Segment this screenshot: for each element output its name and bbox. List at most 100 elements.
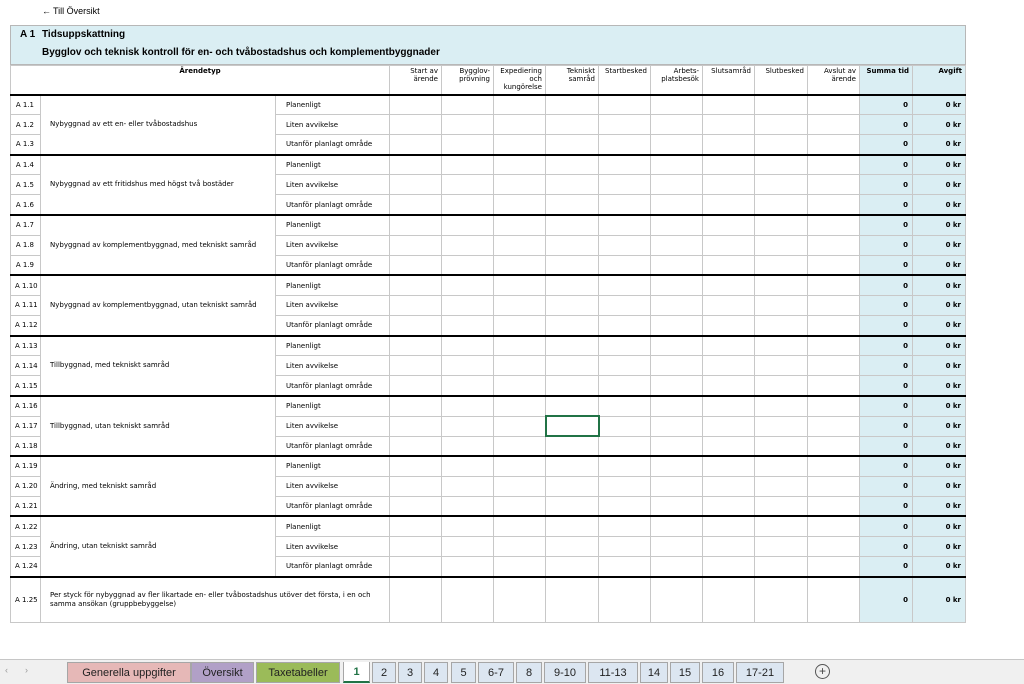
sum-cell[interactable]: 0: [859, 536, 913, 558]
input-cell[interactable]: [493, 153, 546, 176]
fee-cell[interactable]: 0 kr: [912, 214, 966, 236]
input-cell[interactable]: [754, 435, 808, 457]
input-cell[interactable]: [441, 174, 494, 196]
input-cell[interactable]: [389, 495, 442, 517]
sheet-tab[interactable]: 8: [516, 662, 542, 683]
fee-cell[interactable]: 0 kr: [912, 495, 966, 517]
input-cell[interactable]: [441, 375, 494, 397]
input-cell[interactable]: [389, 134, 442, 156]
input-cell[interactable]: [441, 153, 494, 176]
input-cell[interactable]: [493, 556, 546, 578]
input-cell[interactable]: [545, 214, 599, 236]
input-cell[interactable]: [754, 575, 808, 624]
input-cell[interactable]: [754, 134, 808, 156]
sheet-tab[interactable]: 9-10: [544, 662, 586, 683]
input-cell[interactable]: [754, 556, 808, 578]
fee-cell[interactable]: 0 kr: [912, 234, 966, 256]
input-cell[interactable]: [807, 455, 860, 477]
input-cell[interactable]: [598, 334, 651, 357]
fee-cell[interactable]: 0 kr: [912, 355, 966, 377]
fee-cell[interactable]: 0 kr: [912, 334, 966, 357]
sheet-tab[interactable]: Översikt: [191, 662, 254, 683]
sum-cell[interactable]: 0: [859, 114, 913, 136]
fee-cell[interactable]: 0 kr: [912, 194, 966, 216]
input-cell[interactable]: [650, 274, 703, 296]
input-cell[interactable]: [389, 274, 442, 296]
add-sheet-icon[interactable]: +: [815, 664, 830, 679]
input-cell[interactable]: [807, 575, 860, 624]
input-cell[interactable]: [650, 455, 703, 477]
input-cell[interactable]: [807, 153, 860, 176]
sum-cell[interactable]: 0: [859, 415, 913, 437]
input-cell[interactable]: [389, 93, 442, 116]
input-cell[interactable]: [702, 234, 755, 256]
row-code[interactable]: A 1.17: [10, 415, 41, 437]
input-cell[interactable]: [493, 214, 546, 236]
input-cell[interactable]: [650, 435, 703, 457]
input-cell[interactable]: [545, 153, 599, 176]
sum-cell[interactable]: 0: [859, 194, 913, 216]
sum-cell[interactable]: 0: [859, 254, 913, 276]
input-cell[interactable]: [441, 455, 494, 477]
row-code[interactable]: A 1.12: [10, 315, 41, 337]
input-cell[interactable]: [389, 515, 442, 538]
input-cell[interactable]: [598, 194, 651, 216]
input-cell[interactable]: [493, 315, 546, 337]
row-variant[interactable]: Liten avvikelse: [275, 294, 390, 317]
input-cell[interactable]: [389, 174, 442, 196]
input-cell[interactable]: [545, 515, 599, 538]
input-cell[interactable]: [598, 214, 651, 236]
input-cell[interactable]: [754, 515, 808, 538]
input-cell[interactable]: [389, 375, 442, 397]
fee-cell[interactable]: 0 kr: [912, 134, 966, 156]
row-variant[interactable]: Liten avvikelse: [275, 536, 390, 558]
input-cell[interactable]: [650, 294, 703, 317]
input-cell[interactable]: [493, 274, 546, 296]
row-code[interactable]: A 1.10: [10, 274, 41, 296]
input-cell[interactable]: [493, 375, 546, 397]
column-header-step[interactable]: Bygglov-prövning: [441, 65, 494, 95]
input-cell[interactable]: [598, 315, 651, 337]
input-cell[interactable]: [441, 114, 494, 136]
input-cell[interactable]: [650, 415, 703, 437]
input-cell[interactable]: [807, 334, 860, 357]
fee-cell[interactable]: 0 kr: [912, 435, 966, 457]
input-cell[interactable]: [807, 415, 860, 437]
input-cell[interactable]: [441, 214, 494, 236]
fee-cell[interactable]: 0 kr: [912, 515, 966, 538]
input-cell[interactable]: [441, 234, 494, 256]
input-cell[interactable]: [545, 475, 599, 497]
fee-cell[interactable]: 0 kr: [912, 254, 966, 276]
input-cell[interactable]: [389, 575, 442, 624]
fee-cell[interactable]: 0 kr: [912, 114, 966, 136]
sum-cell[interactable]: 0: [859, 93, 913, 116]
input-cell[interactable]: [754, 455, 808, 477]
input-cell[interactable]: [441, 575, 494, 624]
input-cell[interactable]: [441, 415, 494, 437]
input-cell[interactable]: [441, 274, 494, 296]
row-code[interactable]: A 1.18: [10, 435, 41, 457]
input-cell[interactable]: [702, 254, 755, 276]
input-cell[interactable]: [754, 153, 808, 176]
fee-cell[interactable]: 0 kr: [912, 274, 966, 296]
input-cell[interactable]: [493, 174, 546, 196]
row-code[interactable]: A 1.7: [10, 214, 41, 236]
fee-cell[interactable]: 0 kr: [912, 375, 966, 397]
input-cell[interactable]: [493, 355, 546, 377]
row-code[interactable]: A 1.3: [10, 134, 41, 156]
input-cell[interactable]: [493, 515, 546, 538]
input-cell[interactable]: [389, 455, 442, 477]
row-variant[interactable]: Liten avvikelse: [275, 234, 390, 256]
sum-cell[interactable]: 0: [859, 355, 913, 377]
input-cell[interactable]: [754, 254, 808, 276]
row-variant[interactable]: Planenligt: [275, 455, 390, 477]
sheet-tab[interactable]: 3: [398, 662, 422, 683]
row-variant[interactable]: Liten avvikelse: [275, 415, 390, 437]
input-cell[interactable]: [650, 394, 703, 417]
input-cell[interactable]: [441, 435, 494, 457]
input-cell[interactable]: [807, 254, 860, 276]
row-variant[interactable]: Planenligt: [275, 214, 390, 236]
sum-cell[interactable]: 0: [859, 134, 913, 156]
row-code[interactable]: A 1.4: [10, 153, 41, 176]
input-cell[interactable]: [441, 495, 494, 517]
